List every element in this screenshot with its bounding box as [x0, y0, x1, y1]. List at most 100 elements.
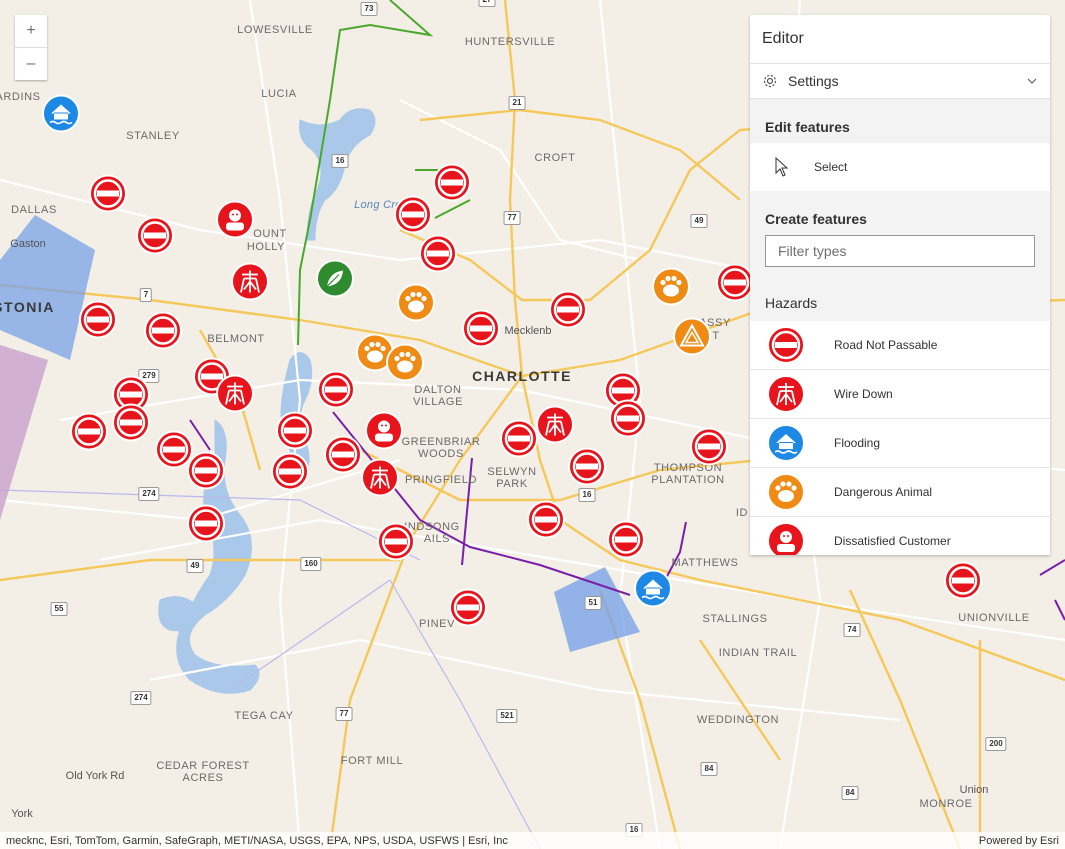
highway-shield: 274 [130, 691, 152, 705]
dangerous-animal-icon[interactable] [396, 283, 436, 328]
vegetation-icon[interactable] [315, 259, 355, 304]
road-not-passable-icon[interactable] [689, 427, 729, 472]
dangerous-animal-icon[interactable] [385, 343, 425, 388]
highway-shield: 49 [186, 559, 204, 573]
place-label: ardins [0, 91, 41, 103]
highway-shield: 55 [50, 602, 68, 616]
settings-toggle[interactable]: Settings [750, 64, 1050, 99]
road-not-passable-icon[interactable] [715, 263, 755, 308]
wire-down-icon[interactable] [215, 374, 255, 419]
city-label: CHARLOTTE [472, 368, 572, 384]
place-label: Village [412, 396, 464, 408]
flooding-icon[interactable] [41, 94, 81, 139]
map-view[interactable]: Lowesville Huntersville Lucia ardins Stanley… [0, 0, 1065, 849]
filter-types-input[interactable]: Filter types [765, 235, 1035, 267]
wire-down-icon[interactable] [360, 458, 400, 503]
road-not-passable-icon[interactable] [499, 419, 539, 464]
powered-by-esri-link[interactable]: Powered by Esri [979, 835, 1059, 847]
dissatisfied-customer-icon [750, 521, 822, 555]
road-not-passable-icon[interactable] [567, 447, 607, 492]
road-label: Gaston [10, 238, 46, 250]
road-not-passable-icon[interactable] [943, 561, 983, 606]
highway-shield: 77 [503, 211, 521, 225]
road-not-passable-icon[interactable] [186, 451, 226, 496]
road-not-passable-icon[interactable] [69, 412, 109, 457]
place-label: Monroe [919, 798, 973, 810]
road-not-passable-icon[interactable] [548, 290, 588, 335]
place-label: Indian Trail [718, 647, 798, 659]
place-label: Lowesville [237, 24, 313, 36]
road-not-passable-icon[interactable] [186, 504, 226, 549]
road-label: Mecklenb [504, 325, 552, 337]
feature-template-item[interactable]: Wire Down [750, 370, 1050, 419]
place-label: t [712, 330, 720, 342]
road-not-passable-icon[interactable] [323, 435, 363, 480]
dangerous-animal-icon[interactable] [651, 267, 691, 312]
settings-label: Settings [788, 73, 839, 89]
wire-down-icon[interactable] [230, 262, 270, 307]
place-label: ails [423, 533, 451, 545]
feature-template-item[interactable]: Dangerous Animal [750, 468, 1050, 517]
place-label: Belmont [207, 333, 265, 345]
road-not-passable-icon[interactable] [78, 300, 118, 345]
attribution-bar: mecknc, Esri, TomTom, Garmin, SafeGraph,… [0, 832, 1065, 849]
city-label: STONIA [0, 299, 55, 315]
feature-template-label: Wire Down [834, 387, 893, 401]
road-not-passable-icon[interactable] [143, 311, 183, 356]
place-label: Croft [534, 152, 576, 164]
road-not-passable-icon[interactable] [432, 163, 472, 208]
road-not-passable-icon[interactable] [418, 234, 458, 279]
highway-shield: 200 [985, 737, 1007, 751]
dissatisfied-customer-icon[interactable] [364, 411, 404, 456]
road-not-passable-icon[interactable] [461, 309, 501, 354]
road-not-passable-icon[interactable] [88, 174, 128, 219]
hazard-warning-icon[interactable] [672, 317, 712, 362]
wire-down-icon [750, 374, 822, 414]
zoom-in-button[interactable]: + [15, 15, 47, 47]
attribution-text[interactable]: mecknc, Esri, TomTom, Garmin, SafeGraph,… [6, 835, 508, 847]
select-tool-button[interactable]: Select [750, 143, 1050, 191]
select-label: Select [814, 160, 848, 174]
highway-shield: 16 [331, 154, 349, 168]
road-not-passable-icon[interactable] [270, 452, 310, 497]
zoom-out-button[interactable]: – [15, 47, 47, 80]
place-label: pringfield [404, 474, 478, 486]
place-label: Fort Mill [340, 755, 404, 767]
feature-template-label: Dangerous Animal [834, 485, 933, 499]
highway-shield: 21 [508, 96, 526, 110]
place-label: Greenbriar [401, 436, 481, 448]
flooding-icon[interactable] [633, 569, 673, 614]
dissatisfied-customer-icon[interactable] [215, 200, 255, 245]
road-not-passable-icon[interactable] [376, 522, 416, 567]
feature-template-item[interactable]: Dissatisfied Customer [750, 517, 1050, 555]
road-not-passable-icon[interactable] [111, 403, 151, 448]
feature-template-item[interactable]: Road Not Passable [750, 321, 1050, 370]
place-label: ount [253, 228, 287, 240]
road-not-passable-icon[interactable] [526, 500, 566, 545]
highway-shield: 274 [138, 487, 160, 501]
place-label: Acres [182, 772, 224, 784]
highway-shield: 74 [843, 623, 861, 637]
place-label: Unionville [958, 612, 1030, 624]
road-label: Union [959, 784, 989, 796]
feature-template-label: Flooding [834, 436, 881, 450]
road-not-passable-icon[interactable] [316, 370, 356, 415]
place-label: id [735, 507, 749, 519]
highway-shield: 73 [360, 2, 378, 16]
hazards-group-heading: Hazards [765, 295, 818, 311]
road-not-passable-icon[interactable] [606, 520, 646, 565]
road-not-passable-icon[interactable] [608, 399, 648, 444]
road-not-passable-icon[interactable] [448, 588, 488, 633]
place-label: Park [496, 478, 528, 490]
place-label: Stanley [126, 130, 180, 142]
place-label: Weddington [696, 714, 780, 726]
road-not-passable-icon[interactable] [275, 411, 315, 456]
road-not-passable-icon[interactable] [135, 216, 175, 261]
highway-shield: 84 [700, 762, 718, 776]
wire-down-icon[interactable] [535, 405, 575, 450]
highway-shield: 51 [584, 596, 602, 610]
feature-template-item[interactable]: Flooding [750, 419, 1050, 468]
place-label: Tega Cay [234, 710, 294, 722]
flooding-icon [750, 423, 822, 463]
place-label: Lucia [261, 88, 297, 100]
